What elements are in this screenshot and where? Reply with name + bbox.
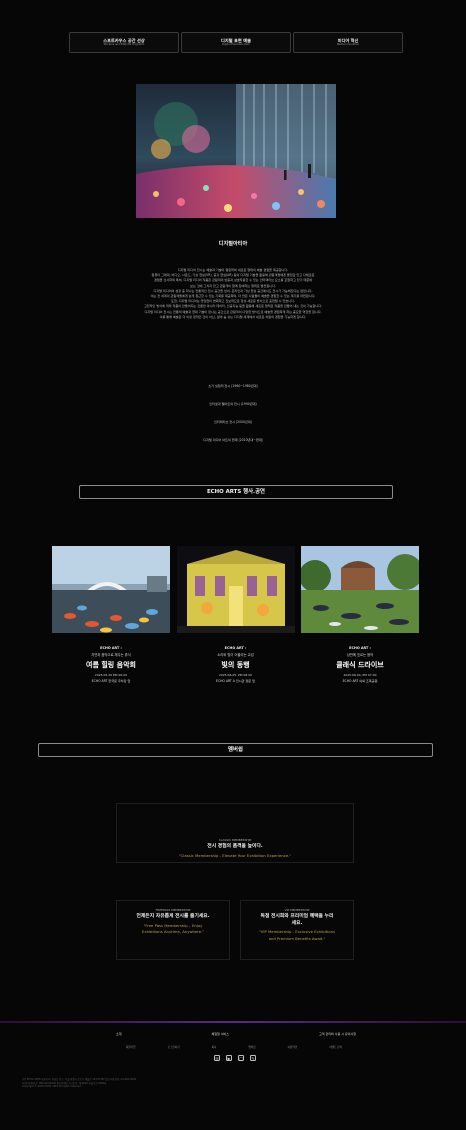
footer-nav: 소개 체험형 서비스 고객 관리와 사용 시 유의사항 [116,1032,356,1036]
event-place: ECHO ART A 전시관 정문 앞 [216,678,255,683]
footer-legal: (주) ECHO ARTS 대표이사: 홍길동 주소: 서울 특별시 종로구 예… [22,1078,442,1089]
timeline-item: 초기 실험적 전시 (1960~1980년대) [208,384,258,388]
timeline-item: 인터랙티브 전시 (2000년대) [214,420,252,424]
event-brand: ECHO ART : [100,646,122,650]
tab-space[interactable]: 스프트카우스 공간 선상 Workers and Platinite Progr… [69,32,179,53]
membership-headline: 독점 전시회와 프리미엄 혜택을 누리세요. [260,914,334,926]
membership-card-classic[interactable]: CLASSIC MEMBERSHIP 전시 경험의 품격을 높이다. "Clas… [116,803,354,863]
top-tabs: 스프트카우스 공간 선상 Workers and Platinite Progr… [69,32,403,53]
event-name: 클래식 드라이브 [336,660,384,669]
event-brand: ECHO ART : [349,646,371,650]
event-name: 여름 힐링 음악회 [86,660,136,669]
tab-subtitle: Workers and Platinite Programs [103,43,145,47]
membership-kicker: VIP MEMBERSHIP [284,908,310,912]
membership-headline: 언제든지 자유롭게 전시를 즐기세요. [136,914,210,919]
event-image [176,546,295,633]
membership-card-vip[interactable]: VIP MEMBERSHIP 독점 전시회와 프리미엄 혜택을 누리세요. "V… [240,900,354,960]
membership-quote: "VIP Membership - Exclusive Exhibitions … [259,929,335,941]
event-place: ECHO ART 야외 조폭공원 [342,678,378,683]
membership-kicker: FREEPASS MEMBERSHIP [155,908,191,912]
membership-quote: "Classic Membership - Elevate Your Exhib… [178,852,292,858]
footer-links: 회원가입 로그인하기 회사 멤버십 이용약관 이벤트 문의 [126,1045,342,1049]
footer-nav-guide[interactable]: 고객 관리와 사용 시 유의사항 [319,1032,356,1036]
timeline-item: 디지털 미디어 아트의 현재 (2010년대~현재) [203,438,263,442]
blog-icon[interactable]: ✎ [250,1055,256,1061]
chat-icon[interactable]: ✉ [214,1055,220,1061]
legal-line: Copyright © 2025 ECHO ARTS All rights re… [22,1085,82,1089]
instagram-icon[interactable]: ◯ [238,1055,244,1061]
event-image [301,546,419,633]
footer-link-terms[interactable]: 이용약관 [288,1045,298,1049]
event-date: 2025.06.04. PM 07:00 [343,672,377,677]
event-name: 빛의 동행 [221,660,250,669]
event-card[interactable]: ECHO ART : 소리와 빛이 어울리는 교감 빛의 동행 2025.06.… [176,546,295,683]
event-brand: ECHO ART : [224,646,247,650]
tab-subtitle: Digital Expressionism [222,43,250,47]
intro-paragraph: 이를 통해 예술은 더 이상 정적인 것이 아닌, 살아 숨 쉬는 디지털 세계… [159,314,307,319]
events-list: ECHO ART : 자연과 음악으로 채우는 휴식 여름 힐링 음악회 202… [52,546,419,683]
tab-media[interactable]: 미디어 혁신 Media Innovation [293,32,403,53]
hero-image [136,84,336,218]
footer-link-membership[interactable]: 멤버십 [248,1045,255,1049]
footer-link-company[interactable]: 회사 [212,1045,217,1049]
membership-quote: "Free Pass Membership – Enjoy Exhibition… [141,922,205,935]
membership-kicker: CLASSIC MEMBERSHIP [218,838,252,842]
event-subtitle: 낭만에 흐르는 음악 [346,652,374,657]
footer-link-event-inquiry[interactable]: 이벤트 문의 [329,1045,342,1049]
footer-nav-about[interactable]: 소개 [116,1032,122,1036]
tab-digital[interactable]: 디지털 표현 예술 Digital Expressionism [181,32,291,53]
event-place: ECHO ART 한국문 주차장 앞 [91,678,131,683]
membership-headline: 전시 경험의 품격을 높이다. [207,844,263,849]
event-date: 2025.06.05. PM 08:00 [218,672,253,677]
event-card[interactable]: ECHO ART : 낭만에 흐르는 음악 클래식 드라이브 2025.06.0… [301,546,419,683]
event-image [52,546,170,633]
footer-link-signup[interactable]: 회원가입 [126,1045,136,1049]
events-section-title: ECHO ARTS 행사.공연 [79,485,393,499]
timeline-list: 초기 실험적 전시 (1960~1980년대) 인터넷과 웹아트의 전시 (19… [0,384,466,456]
intro-description: 디지털 미디어 전시는 예술과 기술이 결합하여 새로운 형태의 예술 경험을 … [60,268,406,320]
intro-title: 디지털아티아 [218,241,248,247]
timeline-item: 인터넷과 웹아트의 전시 (1990년대) [209,402,257,406]
play-icon[interactable]: ▶ [226,1055,232,1061]
event-subtitle: 자연과 음악으로 채우는 휴식 [91,652,131,657]
footer-social-icons: ✉ ▶ ◯ ✎ [214,1055,256,1061]
footer-link-login[interactable]: 로그인하기 [168,1045,180,1049]
tab-subtitle: Media Innovation [336,43,360,47]
footer-divider [0,1021,466,1023]
footer-nav-experience[interactable]: 체험형 서비스 [212,1032,230,1036]
membership-card-freepass[interactable]: FREEPASS MEMBERSHIP 언제든지 자유롭게 전시를 즐기세요. … [116,900,230,960]
event-subtitle: 소리와 빛이 어울리는 교감 [217,652,254,657]
membership-section-title: 멤버쉽 [38,743,433,757]
event-card[interactable]: ECHO ART : 자연과 음악으로 채우는 휴식 여름 힐링 음악회 202… [52,546,170,683]
event-date: 2025.05.20 PM 06:00 [94,672,128,677]
